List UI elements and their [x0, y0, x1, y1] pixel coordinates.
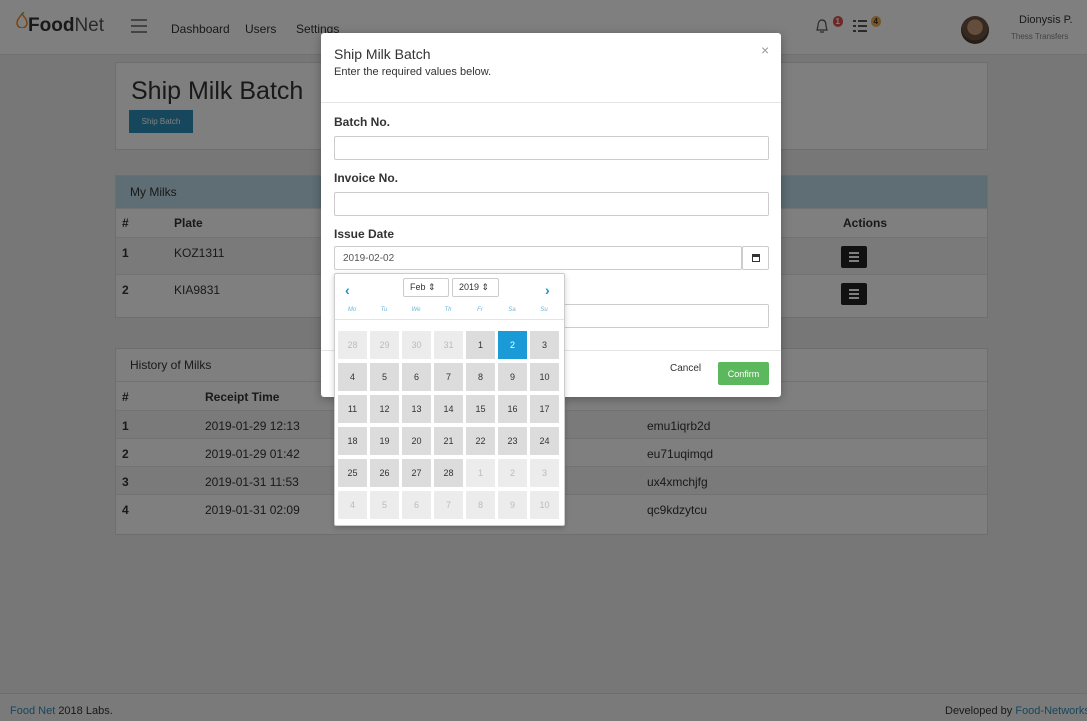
- calendar-day[interactable]: 1: [466, 331, 495, 359]
- invoice-no-label: Invoice No.: [334, 171, 399, 185]
- modal-subtitle: Enter the required values below.: [334, 66, 492, 78]
- picker-divider: [335, 319, 564, 320]
- calendar-icon: [752, 254, 760, 262]
- calendar-day-outside-month[interactable]: 5: [370, 491, 399, 519]
- calendar-day[interactable]: 10: [530, 363, 559, 391]
- batch-no-label: Batch No.: [334, 115, 391, 129]
- calendar-day[interactable]: 28: [434, 459, 463, 487]
- calendar-day-outside-month[interactable]: 30: [402, 331, 431, 359]
- month-select[interactable]: Feb ⇕: [403, 278, 449, 297]
- calendar-day[interactable]: 15: [466, 395, 495, 423]
- chevron-right-icon[interactable]: ›: [545, 282, 550, 298]
- calendar-day[interactable]: 4: [338, 363, 367, 391]
- weekday-label: Fr: [477, 307, 483, 313]
- issue-date-label: Issue Date: [334, 227, 395, 241]
- modal-header-divider: [321, 102, 781, 103]
- calendar-day[interactable]: 13: [402, 395, 431, 423]
- weekday-label: Su: [540, 307, 548, 313]
- select-arrows-icon: ⇕: [481, 282, 490, 292]
- calendar-button[interactable]: [742, 246, 769, 270]
- datepicker-popup: ‹ Feb ⇕ 2019 ⇕ › Mo Tu We Th Fr Sa Su 28 29 30 31…: [334, 273, 565, 526]
- calendar-day[interactable]: 2: [498, 331, 527, 359]
- calendar-day[interactable]: 24: [530, 427, 559, 455]
- calendar-day[interactable]: 21: [434, 427, 463, 455]
- calendar-day-outside-month[interactable]: 3: [530, 459, 559, 487]
- confirm-button[interactable]: Confirm: [718, 362, 769, 385]
- weekday-label: Sa: [508, 307, 516, 313]
- calendar-day-outside-month[interactable]: 1: [466, 459, 495, 487]
- invoice-no-input[interactable]: [334, 192, 769, 216]
- calendar-day[interactable]: 17: [530, 395, 559, 423]
- year-select[interactable]: 2019 ⇕: [452, 278, 499, 297]
- issue-date-input[interactable]: [334, 246, 742, 270]
- calendar-day-outside-month[interactable]: 10: [530, 491, 559, 519]
- calendar-day-outside-month[interactable]: 31: [434, 331, 463, 359]
- calendar-day-outside-month[interactable]: 2: [498, 459, 527, 487]
- close-icon[interactable]: ×: [761, 42, 769, 58]
- calendar-day[interactable]: 16: [498, 395, 527, 423]
- calendar-day[interactable]: 7: [434, 363, 463, 391]
- calendar-day[interactable]: 19: [370, 427, 399, 455]
- calendar-day[interactable]: 18: [338, 427, 367, 455]
- calendar-day[interactable]: 11: [338, 395, 367, 423]
- calendar-day[interactable]: 26: [370, 459, 399, 487]
- weekday-label: We: [411, 307, 421, 313]
- calendar-day[interactable]: 12: [370, 395, 399, 423]
- calendar-day[interactable]: 23: [498, 427, 527, 455]
- chevron-left-icon[interactable]: ‹: [345, 282, 350, 298]
- weekday-label: Mo: [347, 307, 357, 313]
- calendar-day[interactable]: 25: [338, 459, 367, 487]
- month-select-value: Feb: [410, 282, 426, 292]
- calendar-day[interactable]: 20: [402, 427, 431, 455]
- calendar-day[interactable]: 27: [402, 459, 431, 487]
- calendar-day[interactable]: 9: [498, 363, 527, 391]
- calendar-day-outside-month[interactable]: 9: [498, 491, 527, 519]
- modal-title: Ship Milk Batch: [334, 46, 431, 62]
- calendar-day[interactable]: 22: [466, 427, 495, 455]
- calendar-day[interactable]: 14: [434, 395, 463, 423]
- calendar-day-outside-month[interactable]: 4: [338, 491, 367, 519]
- weekday-label: Th: [444, 307, 452, 313]
- calendar-day[interactable]: 6: [402, 363, 431, 391]
- calendar-day-outside-month[interactable]: 29: [370, 331, 399, 359]
- year-select-value: 2019: [459, 282, 480, 292]
- batch-no-input[interactable]: [334, 136, 769, 160]
- calendar-day[interactable]: 8: [466, 363, 495, 391]
- calendar-day[interactable]: 5: [370, 363, 399, 391]
- calendar-day[interactable]: 3: [530, 331, 559, 359]
- cancel-button[interactable]: Cancel: [670, 363, 701, 374]
- calendar-day-outside-month[interactable]: 28: [338, 331, 367, 359]
- weekday-label: Tu: [380, 307, 388, 313]
- select-arrows-icon: ⇕: [428, 282, 436, 292]
- calendar-day-outside-month[interactable]: 6: [402, 491, 431, 519]
- calendar-day-outside-month[interactable]: 7: [434, 491, 463, 519]
- calendar-day-outside-month[interactable]: 8: [466, 491, 495, 519]
